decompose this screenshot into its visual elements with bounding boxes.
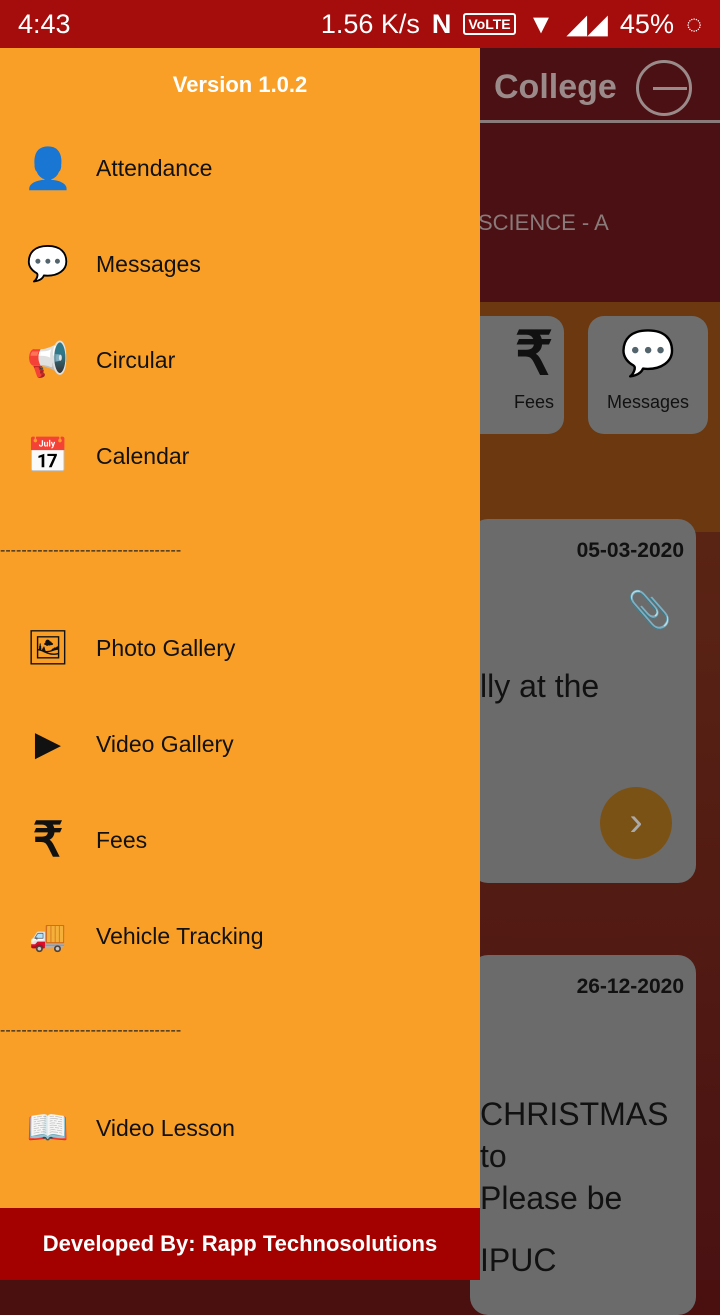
volte-icon: VoLTE [463, 13, 516, 35]
version-label: Version 1.0.2 [172, 72, 308, 97]
megaphone-icon: 📢 [26, 341, 70, 379]
class-label: SCIENCE - A [478, 210, 609, 235]
divider [480, 120, 720, 123]
status-bar: 4:43 1.56 K/s N VoLTE ▼ ◢◢ 45% ◌ [0, 0, 720, 48]
battery-icon: ◌ [685, 8, 702, 39]
signal-icon: ◢◢ [566, 8, 608, 39]
developer-footer: Developed By: Rapp Technosolutions [0, 1208, 480, 1280]
rupee-icon: ₹ [32, 814, 64, 867]
drawer-item-vehicle-tracking[interactable]: 🚚 Vehicle Tracking [0, 888, 480, 984]
net-speed: 1.56 K/s [320, 8, 420, 39]
wifi-icon: ▼ [527, 8, 555, 39]
divider: ---------------------------------- [0, 542, 182, 559]
notice-card[interactable]: 26-12-2020 CHRISTMAS to Please be IPUC [470, 955, 696, 1315]
drawer-item-video-gallery[interactable]: ▶ Video Gallery [0, 696, 480, 792]
drawer-item-fees[interactable]: ₹ Fees [0, 792, 480, 888]
photo-gallery-icon: 🖼 [26, 629, 70, 667]
attachment-icon: 📎 [627, 589, 672, 630]
messages-icon: 💬 [620, 329, 676, 378]
logout-icon[interactable] [636, 60, 692, 116]
drawer-item-messages[interactable]: 💬 Messages [0, 216, 480, 312]
navigation-drawer: Version 1.0.2 👤 Attendance 💬 Messages 📢 Cir… [0, 48, 480, 1280]
drawer-item-circular[interactable]: 📢 Circular [0, 312, 480, 408]
app-title: College [494, 68, 617, 106]
truck-icon: 🚚 [29, 919, 67, 953]
messages-icon: 💬 [26, 245, 70, 283]
drawer-item-calendar[interactable]: 📅 Calendar [0, 408, 480, 504]
video-gallery-icon: ▶ [34, 725, 62, 763]
messages-tile[interactable]: 💬 Messages [588, 316, 708, 434]
drawer-item-photo-gallery[interactable]: 🖼 Photo Gallery [0, 600, 480, 696]
calendar-icon: 📅 [26, 437, 70, 475]
video-lesson-icon: 📖 [26, 1109, 70, 1147]
nfc-icon: N [431, 8, 452, 39]
notice-card[interactable]: 05-03-2020 📎 lly at the › [470, 519, 696, 883]
attendance-icon: 👤 [23, 146, 73, 191]
battery-level: 45% [619, 8, 674, 39]
drawer-item-video-lesson[interactable]: 📖 Video Lesson [0, 1080, 480, 1176]
clock: 4:43 [18, 8, 71, 39]
divider: ---------------------------------- [0, 1022, 182, 1039]
chevron-right-icon[interactable]: › [600, 787, 672, 859]
drawer-item-attendance[interactable]: 👤 Attendance [0, 120, 480, 216]
